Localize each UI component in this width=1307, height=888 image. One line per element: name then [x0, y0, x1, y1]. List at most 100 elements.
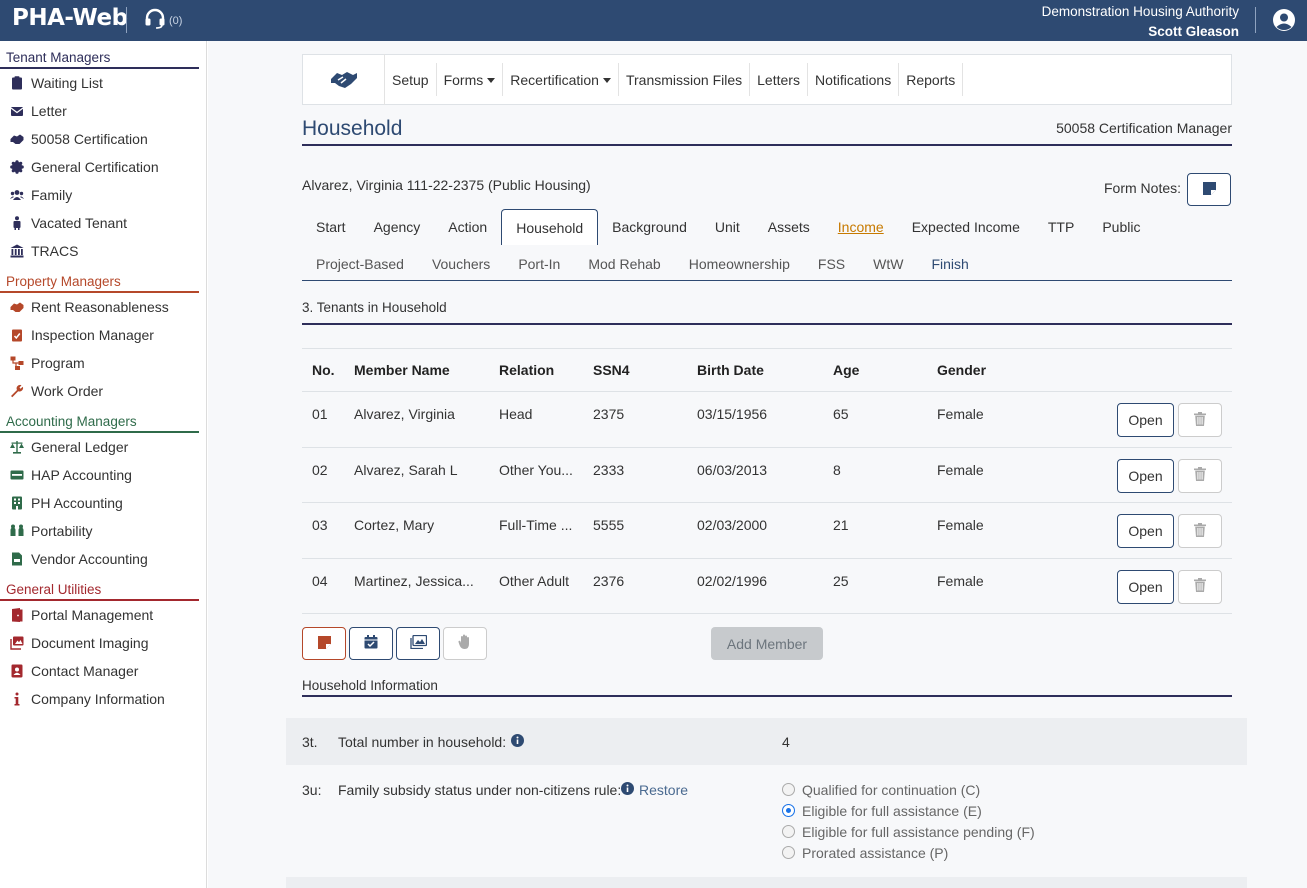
sidebar-item-company-information[interactable]: Company Information: [0, 685, 206, 713]
tab-assets[interactable]: Assets: [754, 209, 824, 245]
tab-expected-income[interactable]: Expected Income: [898, 209, 1034, 245]
radio-option[interactable]: Prorated assistance (P): [782, 842, 1035, 863]
sidebar-item-label: HAP Accounting: [31, 467, 132, 483]
column-header: Birth Date: [697, 362, 764, 378]
sidebar-item-letter[interactable]: Letter: [0, 97, 206, 125]
radio-option[interactable]: Qualified for continuation (C): [782, 779, 1035, 800]
hand-button[interactable]: [443, 627, 487, 660]
open-button[interactable]: Open: [1117, 514, 1174, 548]
radio-button[interactable]: [782, 825, 795, 838]
tab-project-based[interactable]: Project-Based: [302, 249, 418, 279]
open-button[interactable]: Open: [1117, 403, 1174, 437]
add-member-button[interactable]: Add Member: [711, 627, 823, 660]
row-actions: Open: [1117, 514, 1232, 548]
menu-forms[interactable]: Forms: [437, 63, 504, 96]
table-cell: Cortez, Mary: [354, 517, 435, 533]
tab-finish[interactable]: Finish: [917, 249, 982, 279]
info-icon[interactable]: [511, 734, 524, 750]
sidebar-item-waiting-list[interactable]: Waiting List: [0, 69, 206, 97]
delete-button[interactable]: [1178, 458, 1222, 493]
open-button[interactable]: Open: [1117, 458, 1174, 493]
sidebar-item-50058-certification[interactable]: 50058 Certification: [0, 125, 206, 153]
tabs-row-1: Start Agency Action Household Background Unit…: [302, 209, 1154, 245]
wrench-icon: [9, 384, 25, 398]
sidebar-item-ph-accounting[interactable]: PH Accounting: [0, 489, 206, 517]
page-subtitle: 50058 Certification Manager: [1056, 120, 1232, 136]
tab-unit[interactable]: Unit: [701, 209, 754, 245]
sidebar-item-family[interactable]: Family: [0, 181, 206, 209]
sidebar-item-label: General Certification: [31, 159, 159, 175]
sidebar-item-vacated-tenant[interactable]: Vacated Tenant: [0, 209, 206, 237]
tab-port-in[interactable]: Port-In: [504, 249, 574, 279]
clipboard-icon: [9, 76, 25, 90]
sidebar-item-hap-accounting[interactable]: HAP Accounting: [0, 461, 206, 489]
radio-option[interactable]: Eligible for full assistance (E): [782, 800, 1035, 821]
delete-button[interactable]: [1178, 403, 1222, 437]
notes-button[interactable]: [302, 627, 346, 660]
sidebar-item-vendor-accounting[interactable]: Vendor Accounting: [0, 545, 206, 573]
radio-button[interactable]: [782, 804, 795, 817]
sidebar-item-tracs[interactable]: TRACS: [0, 237, 206, 265]
form-notes-button[interactable]: [1187, 173, 1231, 206]
delete-button[interactable]: [1178, 514, 1222, 548]
handshake-logo-icon[interactable]: [303, 54, 385, 105]
table-cell: Alvarez, Virginia: [354, 406, 455, 422]
tab-public[interactable]: Public: [1088, 209, 1154, 245]
tab-household[interactable]: Household: [501, 209, 599, 245]
app-logo[interactable]: PHA-Web: [12, 5, 128, 31]
table-cell: 5555: [593, 517, 625, 533]
user-circle-icon[interactable]: [1272, 8, 1296, 35]
main-content: Setup Forms Recertification Transmission Fi…: [208, 41, 1307, 888]
sidebar-item-general-ledger[interactable]: General Ledger: [0, 433, 206, 461]
menu-recertification[interactable]: Recertification: [503, 63, 619, 96]
menu-letters[interactable]: Letters: [750, 63, 808, 96]
table-row: 01 Alvarez, Virginia Head 2375 03/15/1956 65 F…: [302, 392, 1232, 448]
sidebar-item-label: Work Order: [31, 383, 104, 399]
menu-reports[interactable]: Reports: [899, 63, 964, 96]
open-button[interactable]: Open: [1117, 569, 1174, 604]
sidebar-item-document-imaging[interactable]: Document Imaging: [0, 629, 206, 657]
sidebar-section-title: Property Managers: [0, 265, 199, 293]
subsidy-status-radio-group: Qualified for continuation (C) Eligible f…: [782, 779, 1035, 863]
support-button[interactable]: (0): [143, 8, 182, 33]
sidebar-item-contact-manager[interactable]: Contact Manager: [0, 657, 206, 685]
delete-button[interactable]: [1178, 569, 1222, 604]
tab-vouchers[interactable]: Vouchers: [418, 249, 504, 279]
org-info: Demonstration Housing Authority Scott Gl…: [1042, 2, 1239, 42]
sidebar-item-portability[interactable]: Portability: [0, 517, 206, 545]
images-button[interactable]: [396, 627, 440, 660]
menu-setup[interactable]: Setup: [385, 63, 437, 96]
tab-background[interactable]: Background: [598, 209, 701, 245]
tab-action[interactable]: Action: [434, 209, 501, 245]
sidebar-item-general-certification[interactable]: General Certification: [0, 153, 206, 181]
field-label: Family subsidy status under non-citizens…: [338, 782, 622, 798]
column-header: Age: [833, 362, 860, 378]
sidebar-item-work-order[interactable]: Work Order: [0, 377, 206, 405]
sidebar-item-portal-management[interactable]: Portal Management: [0, 601, 206, 629]
calendar-button[interactable]: [349, 627, 393, 660]
sidebar-item-rent-reasonableness[interactable]: Rent Reasonableness: [0, 293, 206, 321]
tab-fss[interactable]: FSS: [804, 249, 859, 279]
tab-income[interactable]: Income: [824, 209, 898, 245]
radio-button[interactable]: [782, 846, 795, 859]
radio-label: Eligible for full assistance pending (F): [802, 823, 1035, 840]
tab-agency[interactable]: Agency: [360, 209, 435, 245]
menu-transmission-files[interactable]: Transmission Files: [619, 63, 751, 96]
menu-notifications[interactable]: Notifications: [808, 63, 900, 96]
radio-button[interactable]: [782, 783, 795, 796]
tab-ttp[interactable]: TTP: [1034, 209, 1088, 245]
table-cell: Full-Time ...: [499, 517, 573, 533]
tab-start[interactable]: Start: [302, 209, 360, 245]
tab-wtw[interactable]: WtW: [859, 249, 917, 279]
sidebar-item-label: Contact Manager: [31, 663, 139, 679]
info-icon[interactable]: [621, 782, 634, 798]
radio-option[interactable]: Eligible for full assistance pending (F): [782, 821, 1035, 842]
table-cell: 03: [312, 517, 328, 533]
restore-link[interactable]: Restore: [639, 782, 688, 798]
tab-homeownership[interactable]: Homeownership: [675, 249, 804, 279]
sidebar-item-program[interactable]: Program: [0, 349, 206, 377]
sidebar-item-inspection-manager[interactable]: Inspection Manager: [0, 321, 206, 349]
tab-mod-rehab[interactable]: Mod Rehab: [574, 249, 674, 279]
field-label: Total number in household:: [338, 734, 507, 750]
next-field-row: [286, 877, 1247, 888]
